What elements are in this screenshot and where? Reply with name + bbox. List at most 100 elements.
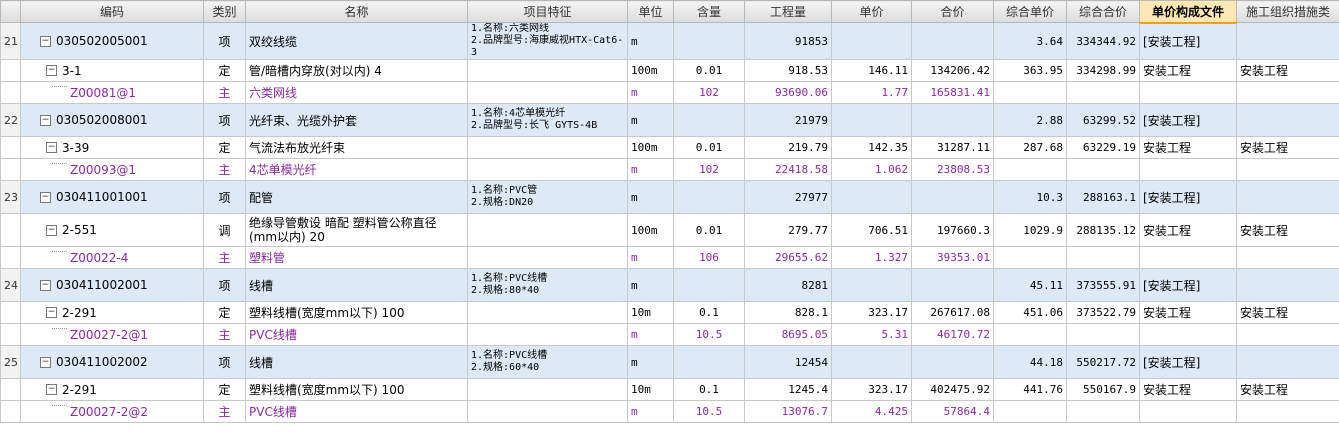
content-cell[interactable]: 10.5 [673,323,745,346]
composite-total-cell[interactable]: 550167.9 [1066,378,1140,401]
feature-cell[interactable] [467,378,628,401]
unit-price-cell[interactable]: 323.17 [831,301,912,324]
org-measure-cell[interactable]: 安装工程 [1236,136,1339,159]
composite-unit-price-cell[interactable]: 1029.9 [993,213,1067,247]
code-cell[interactable]: Z00093@1 [20,158,204,181]
name-cell[interactable]: 配管 [245,180,468,214]
type-cell[interactable]: 定 [203,136,246,159]
collapse-toggle-icon[interactable]: − [46,384,57,395]
row-index[interactable]: 22 [0,103,21,137]
name-cell[interactable]: PVC线槽 [245,400,468,423]
feature-cell[interactable] [467,301,628,324]
name-cell[interactable]: 六类网线 [245,81,468,104]
name-cell[interactable]: 光纤束、光缆外护套 [245,103,468,137]
composite-unit-price-cell[interactable]: 451.06 [993,301,1067,324]
quantity-cell[interactable]: 22418.58 [744,158,832,181]
feature-cell[interactable] [467,59,628,82]
price-file-cell[interactable] [1139,158,1237,181]
quota-row[interactable]: −2-551 调绝缘导管敷设 暗配 塑料管公称直径(mm以内) 20 100m 0.0… [0,213,1339,247]
code-cell[interactable]: −030411002001 [20,268,204,302]
total-price-cell[interactable] [911,345,994,379]
type-cell[interactable]: 主 [203,323,246,346]
unit-price-cell[interactable]: 142.35 [831,136,912,159]
total-price-cell[interactable] [911,103,994,137]
price-file-cell[interactable] [1139,323,1237,346]
price-file-cell[interactable]: 安装工程 [1139,213,1237,247]
org-measure-cell[interactable] [1236,180,1339,214]
price-file-cell[interactable]: [安装工程] [1139,180,1237,214]
type-cell[interactable]: 项 [203,345,246,379]
composite-unit-price-cell[interactable] [993,400,1067,423]
type-cell[interactable]: 项 [203,180,246,214]
feature-cell[interactable] [467,158,628,181]
org-measure-cell[interactable] [1236,345,1339,379]
budget-grid[interactable]: 编码 类别 名称 项目特征 单位 含量 工程量 单价 合价 综合单价 综合合价 … [0,0,1339,423]
name-cell[interactable]: 塑料管 [245,246,468,269]
row-index[interactable] [0,323,21,346]
code-cell[interactable]: −2-291 [20,301,204,324]
name-cell[interactable]: 塑料线槽(宽度mm以下) 100 [245,378,468,401]
type-cell[interactable]: 主 [203,246,246,269]
header-name[interactable]: 名称 [245,0,468,23]
total-price-cell[interactable]: 165831.41 [911,81,994,104]
content-cell[interactable] [673,180,745,214]
code-cell[interactable]: Z00081@1 [20,81,204,104]
quantity-cell[interactable]: 279.77 [744,213,832,247]
header-composite-total[interactable]: 综合合价 [1066,0,1140,23]
bill-item-row[interactable]: 25−030411002002 项线槽 1.名称:PVC线槽 2.规格:60*40 m… [0,345,1339,379]
price-file-cell[interactable]: 安装工程 [1139,301,1237,324]
total-price-cell[interactable]: 402475.92 [911,378,994,401]
total-price-cell[interactable] [911,268,994,302]
collapse-toggle-icon[interactable]: − [40,35,51,47]
unit-cell[interactable]: 10m [627,301,674,324]
org-measure-cell[interactable] [1236,323,1339,346]
header-index[interactable] [0,0,21,23]
row-index[interactable]: 24 [0,268,21,302]
bill-item-row[interactable]: 22−030502008001 项光纤束、光缆外护套 1.名称:4芯单模光纤 2.品… [0,103,1339,137]
unit-price-cell[interactable] [831,268,912,302]
unit-cell[interactable]: m [627,246,674,269]
composite-unit-price-cell[interactable]: 44.18 [993,345,1067,379]
name-cell[interactable]: 4芯单模光纤 [245,158,468,181]
quantity-cell[interactable]: 918.53 [744,59,832,82]
row-index[interactable] [0,301,21,324]
type-cell[interactable]: 项 [203,268,246,302]
unit-cell[interactable]: 100m [627,136,674,159]
row-index[interactable] [0,158,21,181]
bill-item-row[interactable]: 24−030411002001 项线槽 1.名称:PVC线槽 2.规格:80*40 m… [0,268,1339,302]
material-row[interactable]: Z00027-2@2 主 PVC线槽 m 10.5 13076.7 4.425 57864.4 [0,400,1339,423]
quantity-cell[interactable]: 27977 [744,180,832,214]
collapse-toggle-icon[interactable]: − [40,114,51,126]
unit-price-cell[interactable] [831,345,912,379]
org-measure-cell[interactable] [1236,22,1339,60]
composite-unit-price-cell[interactable]: 3.64 [993,22,1067,60]
total-price-cell[interactable]: 57864.4 [911,400,994,423]
quantity-cell[interactable]: 21979 [744,103,832,137]
code-cell[interactable]: Z00027-2@2 [20,400,204,423]
feature-cell[interactable] [467,136,628,159]
code-cell[interactable]: −2-291 [20,378,204,401]
unit-cell[interactable]: m [627,158,674,181]
unit-cell[interactable]: m [627,180,674,214]
collapse-toggle-icon[interactable]: − [46,307,57,318]
composite-unit-price-cell[interactable]: 363.95 [993,59,1067,82]
header-composite-unit-price[interactable]: 综合单价 [993,0,1067,23]
feature-cell[interactable]: 1.名称:PVC线槽 2.规格:60*40 [467,345,628,379]
unit-cell[interactable]: m [627,22,674,60]
quantity-cell[interactable]: 29655.62 [744,246,832,269]
unit-price-cell[interactable] [831,103,912,137]
code-cell[interactable]: −2-551 [20,213,204,247]
content-cell[interactable]: 10.5 [673,400,745,423]
name-cell[interactable]: 气流法布放光纤束 [245,136,468,159]
composite-unit-price-cell[interactable]: 10.3 [993,180,1067,214]
unit-cell[interactable]: m [627,323,674,346]
collapse-toggle-icon[interactable]: − [40,279,51,291]
feature-cell[interactable] [467,213,628,247]
content-cell[interactable] [673,268,745,302]
material-row[interactable]: Z00081@1 主六类网线 m 102 93690.06 1.77 165831.41 [0,81,1339,104]
row-index[interactable]: 25 [0,345,21,379]
name-cell[interactable]: 双绞线缆 [245,22,468,60]
composite-total-cell[interactable]: 63229.19 [1066,136,1140,159]
price-file-cell[interactable]: [安装工程] [1139,22,1237,60]
unit-price-cell[interactable]: 706.51 [831,213,912,247]
